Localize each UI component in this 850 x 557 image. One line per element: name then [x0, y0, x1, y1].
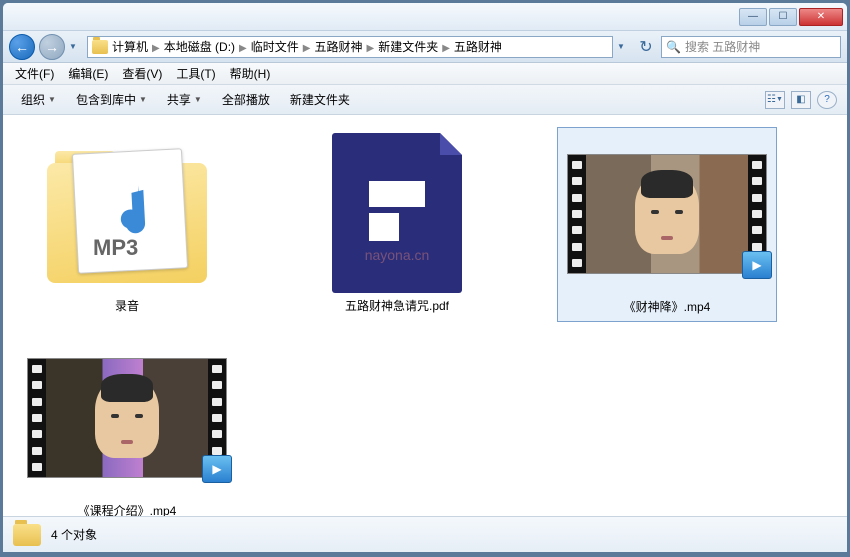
breadcrumb-segment[interactable]: 临时文件 [251, 40, 299, 54]
video-thumbnail: ▶ [567, 154, 767, 274]
breadcrumb-segment[interactable]: 五路财神 [314, 40, 362, 54]
share-button[interactable]: 共享▼ [159, 88, 210, 111]
breadcrumb-segment[interactable]: 计算机 [112, 40, 148, 54]
search-input[interactable]: 🔍 搜索 五路财神 [661, 36, 841, 58]
pdf-icon: nayona.cn [332, 133, 462, 293]
address-bar[interactable]: 计算机▶本地磁盘 (D:)▶临时文件▶五路财神▶新建文件夹▶五路财神 [87, 36, 613, 58]
menu-edit[interactable]: 编辑(E) [62, 63, 114, 84]
preview-pane-button[interactable]: ◧ [791, 91, 811, 109]
watermark: nayona.cn [365, 247, 430, 263]
file-name: 《课程介绍》.mp4 [78, 502, 177, 516]
play-icon: ▶ [202, 455, 232, 483]
address-dropdown[interactable]: ▼ [617, 42, 631, 51]
folder-icon: MP3 [47, 143, 207, 283]
folder-icon [92, 40, 108, 54]
search-placeholder: 搜索 五路财神 [685, 38, 760, 55]
titlebar: — ☐ ✕ [3, 3, 847, 31]
forward-button[interactable]: → [39, 34, 65, 60]
file-item[interactable]: ▶ 《课程介绍》.mp4 [17, 332, 237, 516]
menu-view[interactable]: 查看(V) [116, 63, 168, 84]
file-list[interactable]: MP3 录音 nayona.cn 五路财神急请咒.pdf ▶ 《财神降》.mp4 ▶ 《课程介… [3, 115, 847, 516]
breadcrumb-separator: ▶ [442, 43, 450, 54]
menu-bar: 文件(F) 编辑(E) 查看(V) 工具(T) 帮助(H) [3, 63, 847, 85]
breadcrumb-separator: ▶ [152, 43, 160, 54]
organize-button[interactable]: 组织▼ [13, 88, 64, 111]
breadcrumb-segment[interactable]: 新建文件夹 [378, 40, 438, 54]
nav-history-dropdown[interactable]: ▼ [69, 42, 83, 51]
file-item[interactable]: MP3 录音 [17, 127, 237, 322]
window-controls: — ☐ ✕ [739, 8, 843, 26]
folder-icon [13, 524, 41, 546]
breadcrumb-segment[interactable]: 本地磁盘 (D:) [164, 40, 235, 54]
file-name: 五路财神急请咒.pdf [345, 297, 449, 314]
breadcrumb-separator: ▶ [239, 43, 247, 54]
video-thumbnail: ▶ [27, 358, 227, 478]
close-button[interactable]: ✕ [799, 8, 843, 26]
film-strip [568, 155, 586, 273]
minimize-button[interactable]: — [739, 8, 767, 26]
menu-help[interactable]: 帮助(H) [224, 63, 277, 84]
new-folder-button[interactable]: 新建文件夹 [282, 88, 358, 111]
play-icon: ▶ [742, 251, 772, 279]
help-button[interactable]: ? [817, 91, 837, 109]
refresh-button[interactable]: ↻ [635, 37, 657, 57]
navigation-bar: ← → ▼ 计算机▶本地磁盘 (D:)▶临时文件▶五路财神▶新建文件夹▶五路财神… [3, 31, 847, 63]
back-button[interactable]: ← [9, 34, 35, 60]
breadcrumb-segment[interactable]: 五路财神 [454, 40, 502, 54]
file-item[interactable]: ▶ 《财神降》.mp4 [557, 127, 777, 322]
command-bar: 组织▼ 包含到库中▼ 共享▼ 全部播放 新建文件夹 ☷▼ ◧ ? [3, 85, 847, 115]
breadcrumb: 计算机▶本地磁盘 (D:)▶临时文件▶五路财神▶新建文件夹▶五路财神 [112, 38, 502, 55]
status-bar: 4 个对象 [3, 516, 847, 552]
maximize-button[interactable]: ☐ [769, 8, 797, 26]
file-name: 录音 [115, 297, 139, 314]
file-item[interactable]: nayona.cn 五路财神急请咒.pdf [287, 127, 507, 322]
include-library-button[interactable]: 包含到库中▼ [68, 88, 155, 111]
status-text: 4 个对象 [51, 526, 97, 543]
breadcrumb-separator: ▶ [366, 43, 374, 54]
explorer-window: — ☐ ✕ ← → ▼ 计算机▶本地磁盘 (D:)▶临时文件▶五路财神▶新建文件… [2, 2, 848, 553]
menu-file[interactable]: 文件(F) [9, 63, 60, 84]
menu-tools[interactable]: 工具(T) [170, 63, 221, 84]
toolbar-right: ☷▼ ◧ ? [765, 91, 837, 109]
search-icon: 🔍 [666, 40, 681, 54]
file-name: 《财神降》.mp4 [624, 298, 711, 315]
view-options-button[interactable]: ☷▼ [765, 91, 785, 109]
film-strip [28, 359, 46, 477]
play-all-button[interactable]: 全部播放 [214, 88, 278, 111]
breadcrumb-separator: ▶ [303, 43, 311, 54]
